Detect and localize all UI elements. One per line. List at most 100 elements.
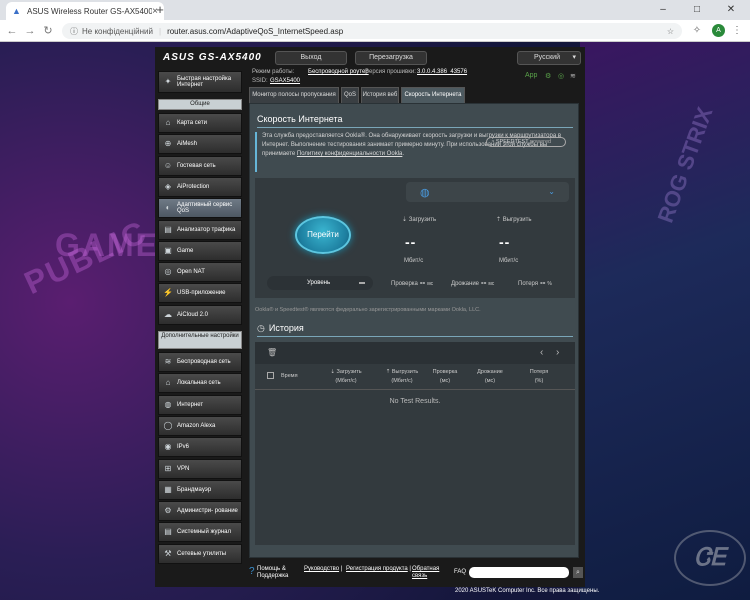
menu-kebab-icon[interactable]: ⋮ — [730, 23, 744, 39]
reload-icon[interactable]: ↻ — [40, 23, 56, 39]
sidebar-item[interactable]: ▤ Системный журнал — [158, 522, 242, 543]
help-support-link[interactable]: Помощь & Поддержка — [257, 566, 295, 580]
tab-qos[interactable]: QoS — [341, 87, 359, 103]
history-header: Время ⇣ Загрузить (Мбит/с) ⇡ Выгрузить (Мб… — [255, 364, 575, 390]
sidebar-item[interactable]: ▤ Анализатор трафика — [158, 219, 242, 240]
wifi-status-icon[interactable]: ≋ — [570, 72, 576, 80]
register-link[interactable]: Регистрация продукта | — [346, 566, 411, 573]
security-label: Не конфіденційний — [82, 26, 153, 36]
maximize-button[interactable]: □ — [682, 0, 712, 20]
manual-link[interactable]: Руководство | — [304, 566, 342, 573]
main-panel: Скорость Интернета Эта служба предоставл… — [249, 103, 579, 558]
new-tab-button[interactable]: + — [152, 2, 168, 18]
history-title: ◷ История — [257, 323, 304, 333]
tab-web-history[interactable]: История веб — [361, 87, 399, 103]
app-label[interactable]: App — [525, 72, 537, 79]
browser-tabbar: ▲ ASUS Wireless Router GS-AX5400 × + – □… — [0, 0, 750, 20]
language-select[interactable]: Русский ▾ — [517, 51, 581, 65]
feedback-link[interactable]: Обратная связь — [412, 566, 446, 580]
sidebar-item-label: Интернет — [177, 401, 204, 408]
footer: ? Помощь & Поддержка Руководство | Регис… — [249, 563, 583, 583]
sidebar-item-icon: ⊕ — [164, 139, 172, 149]
upload-label: ⇡ Выгрузить — [496, 217, 532, 223]
sidebar-item[interactable]: ☺ Гостевая сеть — [158, 155, 242, 176]
sidebar-item[interactable]: ◉ IPv6 — [158, 437, 242, 458]
sidebar-item[interactable]: ▣ Game — [158, 240, 242, 261]
sidebar-item-icon: ▣ — [164, 245, 172, 255]
speedtest-logo: ◔ SPEEDTEST powered — [486, 137, 566, 147]
col-upload: ⇡ Выгрузить (Мбит/с) — [385, 369, 419, 384]
faq-label: FAQ — [454, 569, 467, 575]
upload-arrow-icon: ⇡ — [496, 217, 502, 223]
sidebar-item[interactable]: ◎ Open NAT — [158, 262, 242, 283]
sidebar-quick-setup[interactable]: ✦ Быстрая настройка Интернет — [158, 71, 242, 93]
firmware-label: Версия прошивки: — [365, 69, 416, 75]
browser-tab[interactable]: ▲ ASUS Wireless Router GS-AX5400 × — [6, 2, 164, 20]
tab-bandwidth-monitor[interactable]: Монитор полосы пропускания — [249, 87, 339, 103]
sidebar-item[interactable]: ◐ Адаптивный сервис QoS — [158, 198, 242, 219]
sidebar-item[interactable]: ⚡ USB-приложение — [158, 283, 242, 304]
sidebar-item-icon: ◎ — [164, 267, 172, 277]
page-title: Скорость Интернета — [257, 114, 343, 124]
forward-icon[interactable]: → — [22, 23, 38, 39]
sidebar-section-advanced: Дополнительные настройки — [158, 331, 242, 349]
sidebar-item-label: Open NAT — [177, 269, 205, 276]
search-icon[interactable]: ⌕ — [573, 567, 583, 578]
sidebar-item[interactable]: ⚙ Администри- рование — [158, 501, 242, 522]
close-window-button[interactable]: ✕ — [716, 0, 746, 20]
minimize-button[interactable]: – — [648, 0, 678, 20]
sidebar-item-icon: ◐ — [165, 203, 171, 213]
col-download: ⇣ Загрузить (Мбит/с) — [330, 369, 362, 384]
history-divider — [257, 336, 573, 337]
chevron-left-icon[interactable]: ‹ — [540, 347, 543, 358]
sidebar-item-icon: ▦ — [164, 484, 172, 494]
back-icon[interactable]: ← — [4, 23, 20, 39]
sidebar-item-icon: ☁ — [164, 309, 172, 319]
bookmark-star-icon[interactable]: ☆ — [667, 27, 674, 36]
sidebar-item-icon: ⌂ — [165, 118, 171, 127]
level-select[interactable]: Уровень — [267, 276, 373, 290]
url-bar[interactable]: ⓘ Не конфіденційний | router.asus.com/Ad… — [62, 23, 682, 39]
network-status-icon[interactable]: ◎ — [558, 72, 564, 80]
sidebar-item[interactable]: ⚒ Сетевые утилиты — [158, 543, 242, 564]
loss-stat: Потеря --% — [518, 278, 552, 287]
firmware-value-link[interactable]: 3.0.0.4.386_43576 — [417, 69, 467, 75]
sidebar-item-label: Брандмауэр — [177, 486, 212, 493]
sidebar-item[interactable]: ☁ AiCloud 2.0 — [158, 304, 242, 325]
sidebar-item[interactable]: ⊕ AiMesh — [158, 134, 242, 155]
sidebar-item-label: VPN — [177, 465, 190, 472]
empty-results: No Test Results. — [389, 398, 441, 405]
privacy-policy-link[interactable]: Политику конфиденциальности Ookla — [297, 151, 402, 157]
sidebar-item[interactable]: ⌂ Карта сети — [158, 113, 242, 133]
extensions-icon[interactable]: ✧ — [690, 23, 704, 39]
sidebar-item[interactable]: ≋ Беспроводная сеть — [158, 352, 242, 372]
sidebar-item[interactable]: ◯ Amazon Alexa — [158, 415, 242, 436]
faq-search-input[interactable] — [469, 567, 569, 578]
sidebar-item[interactable]: ◈ AiProtection — [158, 176, 242, 197]
ssid-value: GSAX5400 — [270, 78, 301, 84]
go-button[interactable]: Перейти — [295, 216, 351, 254]
sidebar-item-label: Сетевые утилиты — [177, 550, 227, 557]
sidebar-item[interactable]: ◍ Интернет — [158, 394, 242, 415]
url-separator: | — [158, 26, 162, 36]
download-value: -- — [405, 234, 417, 250]
usb-status-icon[interactable]: ⚙ — [545, 72, 551, 80]
select-all-checkbox[interactable] — [267, 372, 274, 379]
chevron-down-icon: ⌄ — [548, 187, 555, 196]
logout-button[interactable]: Выход — [275, 51, 347, 65]
speedtest-box: ◍ ⌄ Перейти ⇣ Загрузить ⇡ Выгрузить -- -… — [255, 178, 575, 298]
col-loss: Потеря (%) — [529, 369, 549, 384]
chevron-right-icon[interactable]: › — [556, 347, 559, 358]
avatar[interactable]: A — [712, 24, 725, 37]
server-select[interactable]: ◍ ⌄ — [406, 182, 569, 202]
trash-icon[interactable]: 🗑 — [267, 348, 277, 357]
sidebar-item[interactable]: ▦ Брандмауэр — [158, 479, 242, 500]
sidebar-item-label: Администри- рование — [177, 508, 238, 515]
reboot-button[interactable]: Перезагрузка — [355, 51, 427, 65]
mode-value-link[interactable]: Беспроводной роутер — [308, 69, 369, 75]
router-frame: ASUS GS-AX5400 Выход Перезагрузка Русский… — [155, 47, 585, 587]
tab-internet-speed[interactable]: Скорость Интернета — [401, 87, 465, 103]
sidebar-item[interactable]: ⌂ Локальная сеть — [158, 373, 242, 394]
sidebar-item[interactable]: ⊞ VPN — [158, 458, 242, 479]
sidebar-item-icon: ⊞ — [164, 463, 172, 473]
